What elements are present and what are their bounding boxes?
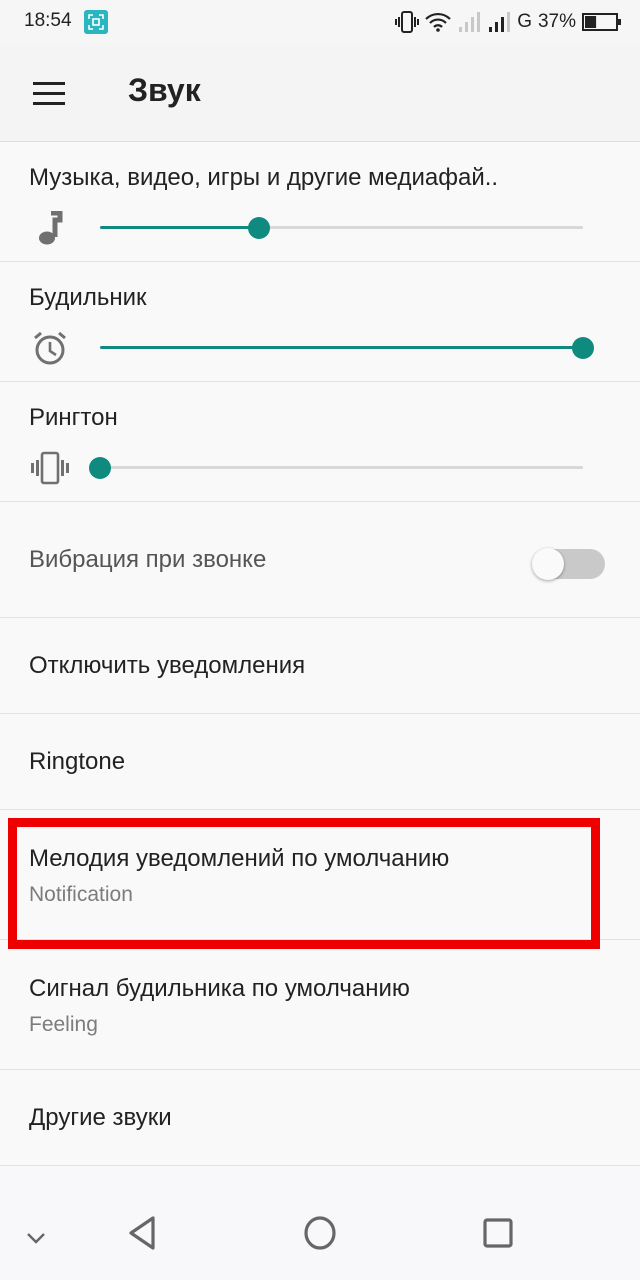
do-not-disturb-label: Отключить уведомления <box>29 652 306 679</box>
page-title: Звук <box>128 72 201 108</box>
default-notification-sound-row[interactable]: Мелодия уведомлений по умолчанию Notific… <box>0 810 640 940</box>
ringtone-label: Ringtone <box>29 748 126 775</box>
ringtone-volume-label: Рингтон <box>29 404 118 431</box>
vibrate-on-ring-toggle[interactable] <box>532 548 605 580</box>
alarm-volume-slider[interactable] <box>100 337 594 359</box>
do-not-disturb-row[interactable]: Отключить уведомления <box>0 618 640 714</box>
default-notification-sound-label: Мелодия уведомлений по умолчанию <box>29 845 450 872</box>
slider-fill <box>100 226 260 229</box>
other-sounds-label: Другие звуки <box>29 1104 172 1131</box>
app-bar: Звук <box>0 44 640 142</box>
slider-thumb[interactable] <box>248 217 271 239</box>
network-type: G <box>517 11 532 32</box>
signal-sim2-icon <box>489 12 511 32</box>
default-notification-sound-value: Notification <box>29 883 133 906</box>
vibrate-on-ring-label: Вибрация при звонке <box>29 546 267 573</box>
alarm-volume-label: Будильник <box>29 284 147 311</box>
toggle-knob <box>532 548 564 580</box>
vibrate-on-ring-row[interactable]: Вибрация при звонке <box>0 502 640 618</box>
alarm-clock-icon <box>28 326 72 370</box>
home-icon[interactable] <box>295 1208 345 1258</box>
default-alarm-sound-label: Сигнал будильника по умолчанию <box>29 975 410 1002</box>
ringtone-volume-row: Рингтон <box>0 382 640 502</box>
screenshot-icon <box>84 10 108 34</box>
slider-thumb[interactable] <box>89 457 111 479</box>
recents-icon[interactable] <box>473 1208 523 1258</box>
back-icon[interactable] <box>118 1208 168 1258</box>
default-alarm-sound-row[interactable]: Сигнал будильника по умолчанию Feeling <box>0 940 640 1070</box>
status-icons: G 37% <box>395 8 622 36</box>
hamburger-menu-icon[interactable] <box>26 74 74 114</box>
navigation-bar <box>0 1168 640 1280</box>
signal-sim1-icon <box>459 12 481 32</box>
slider-track <box>100 466 583 469</box>
slider-fill <box>100 346 583 349</box>
vibrate-icon <box>28 446 72 490</box>
status-bar: 18:54 G 37% <box>0 0 640 44</box>
alarm-volume-row: Будильник <box>0 262 640 382</box>
status-time: 18:54 <box>24 10 72 31</box>
other-sounds-row[interactable]: Другие звуки <box>0 1070 640 1166</box>
media-volume-label: Музыка, видео, игры и другие медиафай.. <box>29 164 499 191</box>
music-note-icon <box>28 206 72 250</box>
media-volume-slider[interactable] <box>100 217 583 239</box>
wifi-icon <box>425 12 451 32</box>
hide-nav-chevron-icon[interactable] <box>18 1220 54 1256</box>
battery-icon <box>582 13 621 31</box>
settings-list: Музыка, видео, игры и другие медиафай.. … <box>0 142 640 1166</box>
default-alarm-sound-value: Feeling <box>29 1013 98 1036</box>
media-volume-row: Музыка, видео, игры и другие медиафай.. <box>0 142 640 262</box>
ringtone-row[interactable]: Ringtone <box>0 714 640 810</box>
battery-percent: 37% <box>537 11 576 32</box>
vibrate-icon <box>395 11 420 33</box>
ringtone-volume-slider[interactable] <box>89 457 583 479</box>
slider-thumb[interactable] <box>572 337 594 359</box>
